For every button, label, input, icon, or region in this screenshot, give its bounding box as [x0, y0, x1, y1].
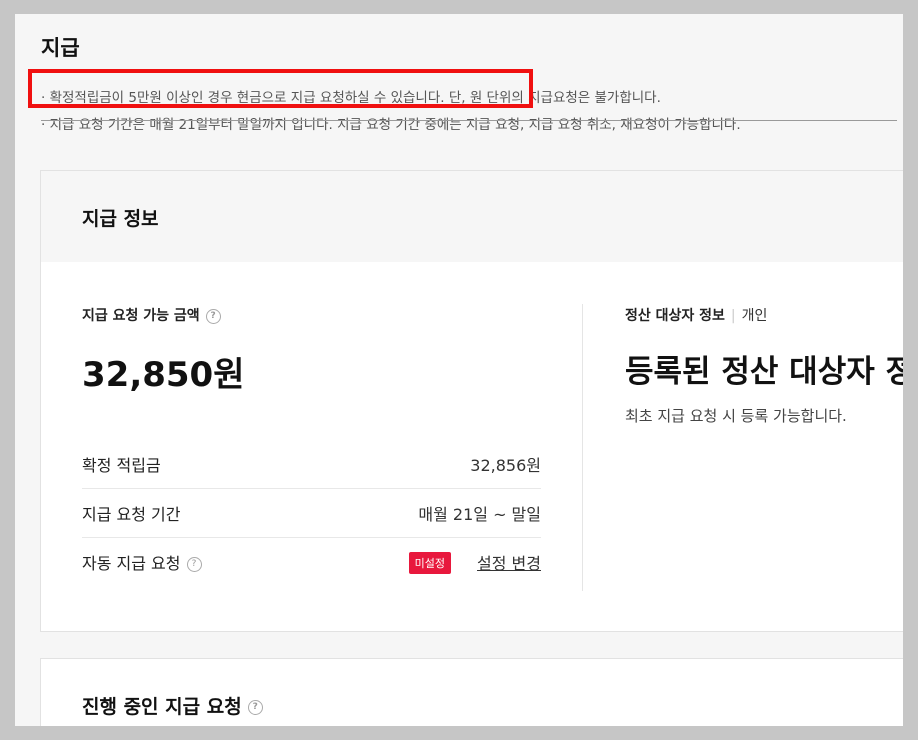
- help-icon[interactable]: ?: [205, 308, 221, 324]
- settlement-type: 개인: [741, 308, 768, 324]
- auto-request-row: 자동 지급 요청? 미설정 설정 변경: [82, 537, 541, 586]
- settlement-empty-desc: 최초 지급 요청 시 등록 가능합니다.: [625, 407, 847, 425]
- auto-request-label: 자동 지급 요청?: [82, 550, 202, 574]
- settlement-info-label: 정산 대상자 정보 | 개인: [625, 305, 767, 325]
- highlight-annotation-box: [28, 69, 533, 108]
- available-amount: 32,850원: [82, 355, 245, 395]
- request-period-label: 지급 요청 기간: [82, 505, 181, 524]
- in-progress-title: 진행 중인 지급 요청?: [82, 692, 263, 719]
- available-amount-label: 지급 요청 가능 금액?: [82, 305, 221, 325]
- request-period-row: 지급 요청 기간 매월 21일 ~ 말일: [82, 488, 541, 538]
- settings-change-link[interactable]: 설정 변경: [477, 550, 541, 574]
- request-period-value: 매월 21일 ~ 말일: [418, 505, 541, 524]
- confirmed-points-row: 확정 적립금 32,856원: [82, 439, 541, 489]
- in-progress-title-text: 진행 중인 지급 요청: [82, 696, 242, 718]
- notice-request-period: · 지급 요청 기간은 매월 21일부터 말일까지 입니다. 지급 요청 기간 …: [41, 117, 741, 133]
- help-icon[interactable]: ?: [247, 700, 263, 715]
- separator: |: [730, 308, 736, 324]
- card-title: 지급 정보: [82, 208, 159, 230]
- in-progress-requests-card: 진행 중인 지급 요청?: [40, 658, 903, 726]
- auto-request-label-text: 자동 지급 요청: [82, 554, 181, 573]
- settlement-empty-title: 등록된 정산 대상자 정보가 없습니다: [625, 354, 903, 390]
- overlay-line: [41, 120, 897, 121]
- divider: [582, 304, 583, 591]
- page-title: 지급: [41, 36, 80, 60]
- settlement-label-text: 정산 대상자 정보: [625, 308, 725, 324]
- available-amount-label-text: 지급 요청 가능 금액: [82, 308, 200, 324]
- status-badge: 미설정: [408, 552, 451, 574]
- card-header: 지급 정보: [41, 171, 903, 262]
- payout-info-card: 지급 정보 지급 요청 가능 금액? 32,850원 확정 적립금 32,856…: [40, 170, 903, 632]
- confirmed-points-value: 32,856원: [470, 456, 541, 475]
- confirmed-points-label: 확정 적립금: [82, 456, 161, 475]
- page-frame: 지급 · 확정적립금이 5만원 이상인 경우 현금으로 지급 요청하실 수 있습…: [15, 14, 903, 726]
- help-icon[interactable]: ?: [186, 557, 202, 572]
